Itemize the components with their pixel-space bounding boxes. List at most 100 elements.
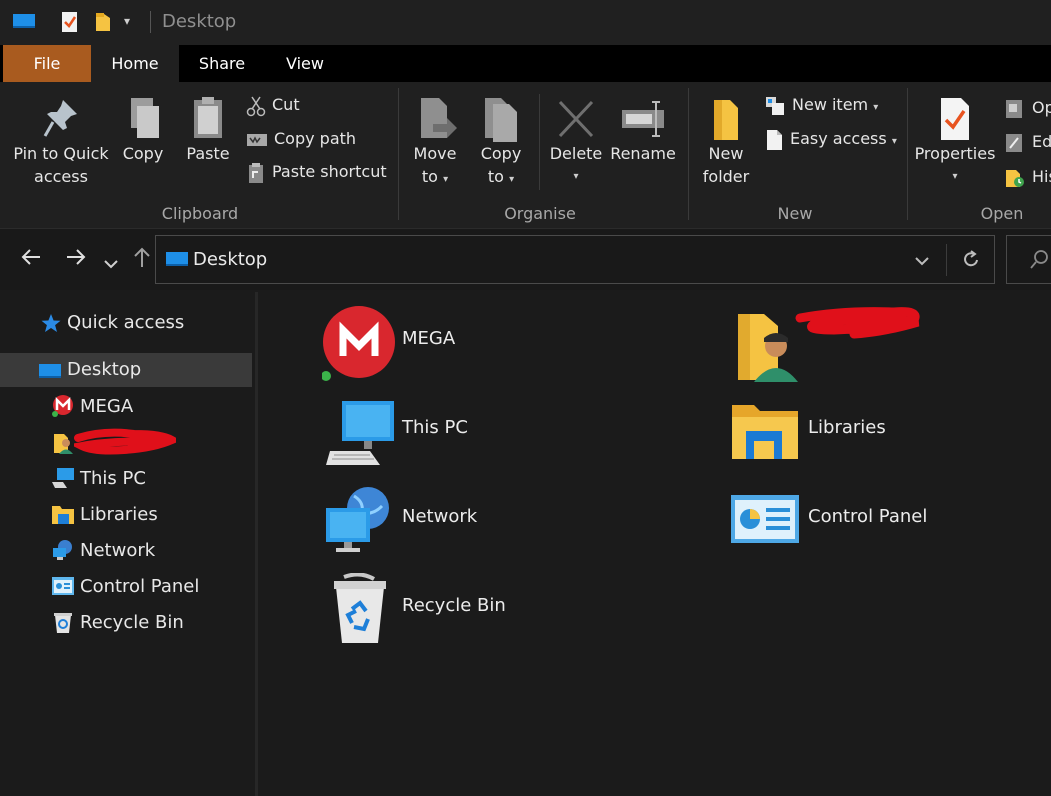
desktop-icon — [38, 361, 62, 386]
copy-to-dropdown-icon: ▾ — [509, 174, 515, 185]
forward-arrow-icon[interactable] — [65, 246, 87, 273]
file-item-label: Control Panel — [808, 506, 928, 527]
control-panel-icon — [730, 494, 800, 548]
sidebar-item-libraries[interactable]: Libraries — [0, 498, 252, 532]
file-item-mega[interactable]: MEGA — [321, 304, 682, 388]
address-path: Desktop — [193, 249, 268, 270]
redaction-mark — [795, 307, 920, 339]
window-title: Desktop — [162, 11, 237, 32]
open-icon — [1006, 99, 1022, 118]
edit-button[interactable]: Edi — [1004, 129, 1051, 155]
mega-icon — [51, 394, 75, 423]
title-bar: ▾ Desktop — [0, 0, 1051, 45]
properties-dropdown-icon: ▾ — [952, 171, 958, 182]
copy-button[interactable]: Copy — [118, 96, 168, 165]
address-dropdown-chevron-icon[interactable] — [914, 252, 930, 271]
new-folder-line1: New — [708, 144, 744, 163]
recycle-bin-icon — [52, 610, 74, 639]
copy-to-button[interactable]: Copy to ▾ — [474, 96, 528, 191]
copy-to-line1: Copy — [480, 144, 522, 163]
navigation-pane: Quick access Desktop MEGA This PC Librar… — [0, 292, 258, 796]
file-item-label: Libraries — [808, 417, 886, 438]
history-icon — [1006, 169, 1024, 187]
open-label: Op — [1032, 98, 1051, 117]
new-folder-button[interactable]: New folder — [698, 96, 754, 188]
file-item-libraries[interactable]: Libraries — [728, 393, 1051, 477]
delete-button[interactable]: Delete ▾ — [548, 96, 604, 188]
copy-label: Copy — [122, 144, 164, 163]
up-arrow-icon[interactable] — [132, 246, 152, 273]
refresh-button[interactable] — [946, 244, 994, 276]
new-item-dropdown-icon: ▾ — [873, 102, 879, 113]
paste-label: Paste — [186, 144, 230, 163]
refresh-icon — [964, 250, 978, 267]
new-folder-icon — [714, 100, 738, 140]
back-arrow-icon[interactable] — [20, 246, 42, 273]
easy-access-icon — [767, 129, 782, 150]
cut-button[interactable]: Cut — [246, 92, 300, 118]
paste-shortcut-button[interactable]: Paste shortcut — [246, 159, 387, 185]
sidebar-item-label: Control Panel — [80, 576, 200, 597]
redaction-mark — [74, 428, 176, 455]
sidebar-item-mega[interactable]: MEGA — [0, 390, 252, 424]
move-to-line2: to — [421, 167, 438, 186]
user-folder-icon — [52, 431, 76, 460]
ribbon-separator — [688, 88, 689, 220]
address-bar[interactable]: Desktop — [155, 235, 995, 284]
properties-icon — [941, 98, 969, 140]
file-item-control-panel[interactable]: Control Panel — [728, 482, 1051, 566]
tab-file[interactable]: File — [3, 45, 91, 82]
history-button[interactable]: His — [1004, 164, 1051, 190]
move-to-line1: Move — [413, 144, 457, 163]
paste-icon — [194, 97, 222, 138]
sidebar-item-network[interactable]: Network — [0, 534, 252, 568]
move-to-dropdown-icon: ▾ — [443, 174, 449, 185]
tab-share[interactable]: Share — [179, 45, 265, 82]
pin-quick-access-button[interactable]: Pin to Quick access — [10, 96, 112, 188]
open-button[interactable]: Op — [1004, 95, 1051, 121]
properties-quick-icon[interactable] — [60, 11, 80, 37]
new-group-label: New — [777, 204, 813, 223]
pin-icon — [43, 100, 77, 137]
organise-group-label: Organise — [504, 204, 576, 223]
paste-shortcut-icon — [249, 162, 263, 183]
search-box[interactable] — [1006, 235, 1051, 284]
sidebar-item-label: Recycle Bin — [80, 612, 184, 633]
tab-home[interactable]: Home — [91, 45, 179, 82]
new-item-button[interactable]: New item ▾ — [764, 92, 878, 118]
sidebar-item-control-panel[interactable]: Control Panel — [0, 570, 252, 604]
paste-button[interactable]: Paste — [182, 96, 234, 165]
move-to-button[interactable]: Move to ▾ — [408, 96, 462, 191]
properties-button[interactable]: Properties ▾ — [914, 96, 996, 188]
cut-label: Cut — [272, 95, 300, 114]
file-item-recycle-bin[interactable]: Recycle Bin — [322, 571, 682, 655]
new-folder-quick-icon[interactable] — [94, 11, 112, 37]
new-folder-line2: folder — [702, 167, 750, 186]
file-item-network[interactable]: Network — [322, 482, 682, 566]
sidebar-item-quick-access[interactable]: Quick access — [0, 306, 252, 340]
recent-locations-chevron-icon[interactable] — [103, 251, 119, 275]
copy-to-line2: to — [487, 167, 504, 186]
open-group-label: Open — [980, 204, 1024, 223]
sidebar-item-this-pc[interactable]: This PC — [0, 462, 252, 496]
file-list-pane: MEGA This PC Libraries Network Control P… — [262, 292, 1051, 796]
sidebar-item-label: Network — [80, 540, 156, 561]
copy-path-icon — [247, 133, 267, 146]
libraries-icon — [730, 401, 800, 465]
sidebar-item-user-folder[interactable] — [0, 426, 252, 460]
properties-label: Properties — [914, 144, 996, 163]
sidebar-item-desktop[interactable]: Desktop — [0, 353, 252, 387]
customize-toolbar-icon[interactable]: ▾ — [124, 14, 130, 28]
file-item-user-folder[interactable] — [728, 304, 1051, 388]
easy-access-button[interactable]: Easy access ▾ — [764, 126, 897, 152]
tab-view[interactable]: View — [265, 45, 345, 82]
star-icon — [40, 313, 62, 338]
delete-x-icon — [558, 100, 594, 138]
copy-path-button[interactable]: Copy path — [246, 126, 356, 152]
ribbon-separator — [398, 88, 399, 220]
rename-button[interactable]: Rename — [610, 96, 676, 165]
file-item-this-pc[interactable]: This PC — [322, 393, 682, 477]
sidebar-item-recycle-bin[interactable]: Recycle Bin — [0, 606, 252, 640]
edit-icon — [1006, 133, 1022, 152]
delete-dropdown-icon: ▾ — [573, 171, 579, 182]
